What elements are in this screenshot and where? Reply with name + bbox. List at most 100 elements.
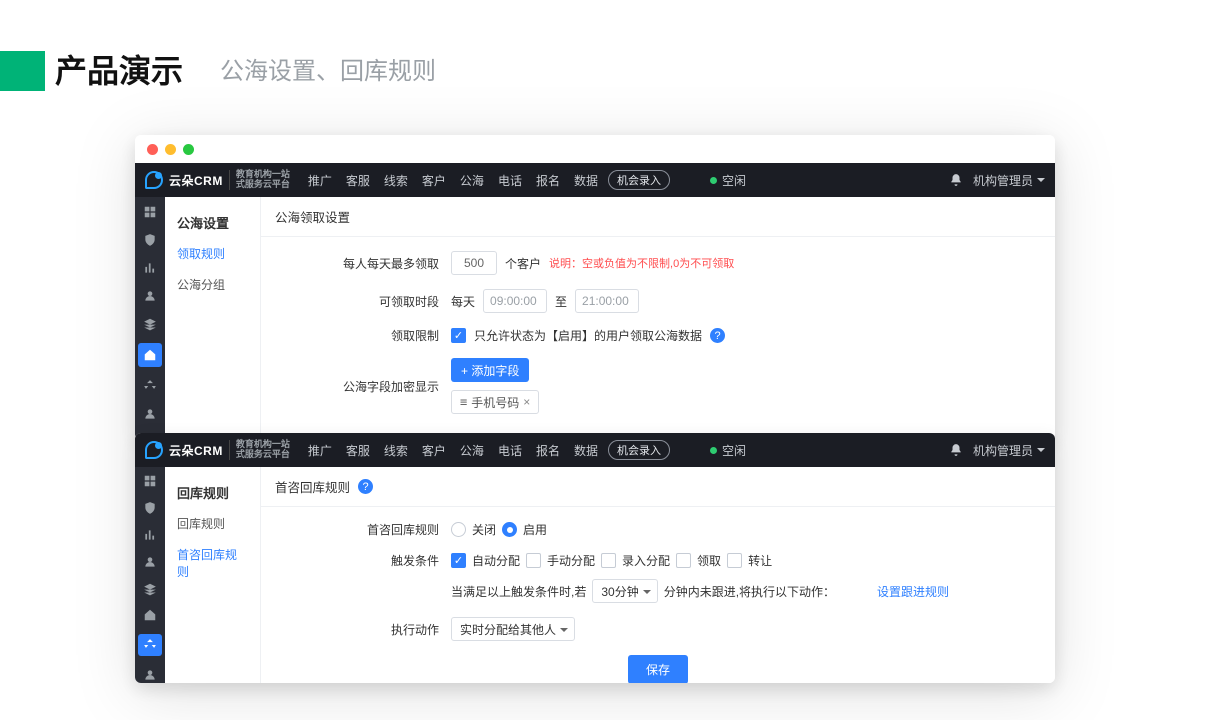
nav-sea[interactable]: 公海 xyxy=(460,442,484,459)
help-icon[interactable]: ? xyxy=(710,328,725,343)
rail-user-icon[interactable] xyxy=(141,287,159,305)
window-max-dot[interactable] xyxy=(183,144,194,155)
input-time-to[interactable] xyxy=(575,289,639,313)
tag-remove-icon[interactable]: × xyxy=(523,395,530,409)
nav-phone[interactable]: 电话 xyxy=(498,442,522,459)
rail-shield-icon[interactable] xyxy=(141,231,159,249)
nav-data[interactable]: 数据 xyxy=(574,172,598,189)
text-transfer: 转让 xyxy=(748,552,772,569)
side-item-return-rules[interactable]: 回库规则 xyxy=(165,508,260,539)
check-claim[interactable] xyxy=(676,553,691,568)
rail-layers-icon[interactable] xyxy=(141,580,159,597)
status-indicator: 空闲 xyxy=(710,172,746,189)
label-off: 关闭 xyxy=(472,521,496,538)
rail-person-icon[interactable] xyxy=(141,666,159,683)
nav-data[interactable]: 数据 xyxy=(574,442,598,459)
rail-grid-icon[interactable] xyxy=(141,203,159,221)
radio-off[interactable] xyxy=(451,522,466,537)
nav-signup[interactable]: 报名 xyxy=(536,172,560,189)
brand-logo[interactable]: 云朵CRM 教育机构一站式服务云平台 xyxy=(145,440,290,460)
text-manual: 手动分配 xyxy=(547,552,595,569)
left-rail xyxy=(135,467,165,683)
label-to: 至 xyxy=(555,293,567,310)
nav-customers[interactable]: 客户 xyxy=(422,172,446,189)
nav-sea[interactable]: 公海 xyxy=(460,172,484,189)
user-name: 机构管理员 xyxy=(973,442,1033,459)
slide-subtitle: 公海设置、回库规则 xyxy=(220,56,436,88)
side-menu: 公海设置 领取规则 公海分组 xyxy=(165,197,261,440)
text-cond-post: 分钟内未跟进,将执行以下动作： xyxy=(664,583,835,600)
window-return-rules: 云朵CRM 教育机构一站式服务云平台 推广 客服 线索 客户 公海 电话 报名 … xyxy=(135,433,1055,683)
user-menu[interactable]: 机构管理员 xyxy=(973,442,1045,459)
check-manual[interactable] xyxy=(526,553,541,568)
status-text: 空闲 xyxy=(722,442,746,459)
label-first-return: 首咨回库规则 xyxy=(261,521,451,538)
nav-support[interactable]: 客服 xyxy=(346,172,370,189)
screenshots-canvas: 云朵CRM 教育机构一站式服务云平台 推广 客服 线索 客户 公海 电话 报名 … xyxy=(135,135,1075,685)
section-title: 公海领取设置 xyxy=(261,197,1055,237)
nav-promo[interactable]: 推广 xyxy=(308,172,332,189)
rail-home-icon[interactable] xyxy=(138,343,162,367)
input-daily-limit[interactable] xyxy=(451,251,497,275)
text-enabled-only: 只允许状态为【启用】的用户领取公海数据 xyxy=(474,327,702,344)
save-button[interactable]: 保存 xyxy=(628,655,688,683)
rail-recycle-icon[interactable] xyxy=(138,634,162,656)
brand-logo[interactable]: 云朵CRM 教育机构一站式服务云平台 xyxy=(145,170,290,190)
help-icon[interactable]: ? xyxy=(358,479,373,494)
main-panel: 首咨回库规则? 首咨回库规则 关闭 启用 触发条件 xyxy=(261,467,1055,683)
slide-title: 产品演示 xyxy=(55,51,183,91)
section-title: 首咨回库规则? xyxy=(261,467,1055,507)
top-nav: 云朵CRM 教育机构一站式服务云平台 推广 客服 线索 客户 公海 电话 报名 … xyxy=(135,433,1055,467)
text-auto: 自动分配 xyxy=(472,552,520,569)
nav-promo[interactable]: 推广 xyxy=(308,442,332,459)
entry-button[interactable]: 机会录入 xyxy=(608,440,670,460)
user-menu[interactable]: 机构管理员 xyxy=(973,172,1045,189)
nav-leads[interactable]: 线索 xyxy=(384,442,408,459)
text-cond-pre: 当满足以上触发条件时,若 xyxy=(451,583,586,600)
brand-name: 云朵CRM xyxy=(169,442,223,459)
status-dot-icon xyxy=(710,177,717,184)
side-item-sea-groups[interactable]: 公海分组 xyxy=(165,269,260,300)
nav-customers[interactable]: 客户 xyxy=(422,442,446,459)
rail-grid-icon[interactable] xyxy=(141,473,159,490)
label-time-window: 可领取时段 xyxy=(261,293,451,310)
select-action[interactable]: 实时分配给其他人 xyxy=(451,617,575,641)
side-heading: 回库规则 xyxy=(165,477,260,508)
rail-shield-icon[interactable] xyxy=(141,500,159,517)
brand-name: 云朵CRM xyxy=(169,172,223,189)
entry-button[interactable]: 机会录入 xyxy=(608,170,670,190)
radio-on[interactable] xyxy=(502,522,517,537)
select-minutes[interactable]: 30分钟 xyxy=(592,579,657,603)
label-action: 执行动作 xyxy=(261,621,451,638)
checkbox-enabled-only[interactable]: ✓ xyxy=(451,328,466,343)
window-close-dot[interactable] xyxy=(147,144,158,155)
rail-layers-icon[interactable] xyxy=(141,315,159,333)
text-claim: 领取 xyxy=(697,552,721,569)
label-on: 启用 xyxy=(523,521,547,538)
rail-recycle-icon[interactable] xyxy=(141,377,159,395)
brand-tagline: 教育机构一站式服务云平台 xyxy=(229,440,290,460)
link-followup-rules[interactable]: 设置跟进规则 xyxy=(877,583,949,600)
check-auto[interactable]: ✓ xyxy=(451,553,466,568)
rail-user-icon[interactable] xyxy=(141,553,159,570)
add-field-button[interactable]: + 添加字段 xyxy=(451,358,529,382)
rail-chart-icon[interactable] xyxy=(141,527,159,544)
nav-support[interactable]: 客服 xyxy=(346,442,370,459)
rail-home-icon[interactable] xyxy=(141,607,159,624)
label-mask-fields: 公海字段加密显示 xyxy=(261,378,451,395)
side-item-claim-rules[interactable]: 领取规则 xyxy=(165,238,260,269)
rail-person-icon[interactable] xyxy=(141,405,159,423)
rail-chart-icon[interactable] xyxy=(141,259,159,277)
mac-titlebar xyxy=(135,135,1055,163)
nav-signup[interactable]: 报名 xyxy=(536,442,560,459)
check-entry[interactable] xyxy=(601,553,616,568)
user-name: 机构管理员 xyxy=(973,172,1033,189)
window-min-dot[interactable] xyxy=(165,144,176,155)
input-time-from[interactable] xyxy=(483,289,547,313)
nav-phone[interactable]: 电话 xyxy=(498,172,522,189)
bell-icon[interactable] xyxy=(949,443,963,457)
bell-icon[interactable] xyxy=(949,173,963,187)
nav-leads[interactable]: 线索 xyxy=(384,172,408,189)
side-item-first-return[interactable]: 首咨回库规则 xyxy=(165,539,260,587)
check-transfer[interactable] xyxy=(727,553,742,568)
